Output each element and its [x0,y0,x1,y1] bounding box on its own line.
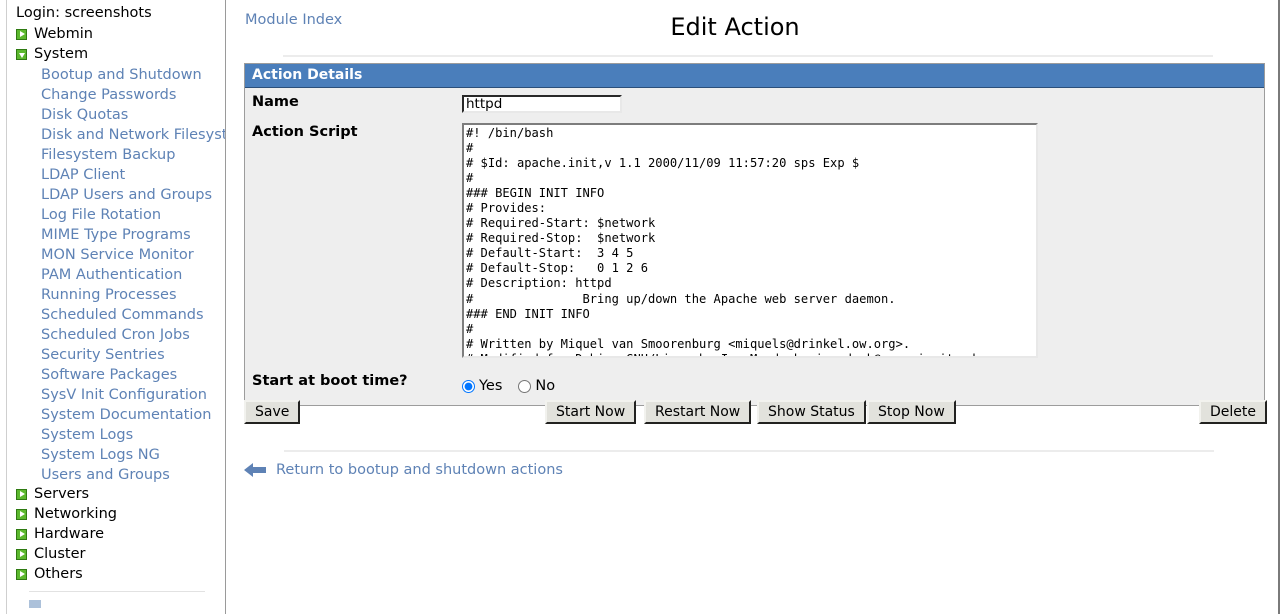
sidebar-item-system-logs-ng[interactable]: System Logs NG [7,444,225,464]
sidebar-item-label[interactable]: Bootup and Shutdown [41,67,202,83]
sidebar-item-label[interactable]: Scheduled Cron Jobs [41,327,190,343]
expand-triangle-right-icon[interactable] [16,568,27,580]
sidebar-item-security-sentries[interactable]: Security Sentries [7,344,225,364]
sidebar-item-scheduled-cron-jobs[interactable]: Scheduled Cron Jobs [7,324,225,344]
sidebar-item-mon-service-monitor[interactable]: MON Service Monitor [7,244,225,264]
name-input[interactable] [462,95,622,113]
sidebar-item-sysv-init-configuration[interactable]: SysV Init Configuration [7,384,225,404]
expand-triangle-right-icon[interactable] [16,528,27,540]
sidebar-item-users-and-groups[interactable]: Users and Groups [7,464,225,484]
sidebar-item-label[interactable]: MON Service Monitor [41,247,194,263]
sidebar-item-ldap-users-and-groups[interactable]: LDAP Users and Groups [7,184,225,204]
sidebar-divider [29,591,205,592]
arrow-left-icon [244,463,266,477]
sidebar-category-label: Others [34,566,83,582]
sidebar-category-label: Cluster [34,546,86,562]
sidebar-item-label[interactable]: Log File Rotation [41,207,161,223]
start-now-button[interactable]: Start Now [545,400,637,424]
form-row-script: Action Script #! /bin/bash # # $Id: apac… [245,118,1264,367]
sidebar-item-label[interactable]: LDAP Client [41,167,125,183]
page-title: Edit Action [670,13,800,41]
return-to-bootup-link[interactable]: Return to bootup and shutdown actions [276,462,563,478]
sidebar-item-log-file-rotation[interactable]: Log File Rotation [7,204,225,224]
sidebar-category-servers[interactable]: Servers [7,484,225,504]
webmin-page: Login: screenshots Webmin System Bootup … [0,0,1280,614]
sidebar-item-label[interactable]: Scheduled Commands [41,307,204,323]
sidebar-category-others[interactable]: Others [7,564,225,584]
sidebar-item-disk-quotas[interactable]: Disk Quotas [7,104,225,124]
sidebar-category-cluster[interactable]: Cluster [7,544,225,564]
action-script-label: Action Script [252,124,358,140]
sidebar-item-label[interactable]: Change Passwords [41,87,176,103]
sidebar-item-label[interactable]: MIME Type Programs [41,227,191,243]
expand-triangle-right-icon[interactable] [16,488,27,500]
sidebar-category-label: Hardware [34,526,105,542]
expand-triangle-right-icon[interactable] [16,548,27,560]
start-at-boot-no-label[interactable]: No [535,378,555,394]
start-at-boot-no-radio[interactable] [518,379,532,393]
sidebar-category-label: Networking [34,506,117,522]
sidebar-category-label: Servers [34,486,90,502]
sidebar-item-mime-type-programs[interactable]: MIME Type Programs [7,224,225,244]
sidebar-item-running-processes[interactable]: Running Processes [7,284,225,304]
sidebar-item-filesystem-backup[interactable]: Filesystem Backup [7,144,225,164]
title-divider [283,55,1213,57]
sidebar-category-webmin[interactable]: Webmin [7,24,225,44]
sidebar-category-label: Webmin [34,26,93,42]
footer-divider [284,450,1214,452]
sidebar-item-label[interactable]: PAM Authentication [41,267,182,283]
delete-button[interactable]: Delete [1199,400,1267,424]
panel-title: Action Details [245,64,1264,88]
stop-now-button[interactable]: Stop Now [867,400,956,424]
sidebar-item-system-documentation[interactable]: System Documentation [7,404,225,424]
sidebar-item-label[interactable]: Users and Groups [41,467,170,483]
show-status-button[interactable]: Show Status [757,400,866,424]
sidebar-item-scheduled-commands[interactable]: Scheduled Commands [7,304,225,324]
sidebar: Login: screenshots Webmin System Bootup … [0,0,226,614]
save-button[interactable]: Save [244,400,301,424]
sidebar-item-label[interactable]: LDAP Users and Groups [41,187,212,203]
sidebar-item-bootup-and-shutdown[interactable]: Bootup and Shutdown [7,64,225,84]
action-buttons: Save Start Now Restart Now Show Status S… [244,400,1280,426]
sidebar-item-label[interactable]: Filesystem Backup [41,147,175,163]
sidebar-category-system[interactable]: System [7,44,225,64]
sidebar-item-label[interactable]: SysV Init Configuration [41,387,207,403]
sidebar-item-ldap-client[interactable]: LDAP Client [7,164,225,184]
form-row-name: Name [245,88,1264,118]
sidebar-item-pam-authentication[interactable]: PAM Authentication [7,264,225,284]
expand-triangle-right-icon[interactable] [16,508,27,520]
sidebar-item-software-packages[interactable]: Software Packages [7,364,225,384]
start-at-boot-yes-radio[interactable] [462,379,475,393]
action-script-textarea[interactable]: #! /bin/bash # # $Id: apache.init,v 1.1 … [462,123,1038,358]
sidebar-category-networking[interactable]: Networking [7,504,225,524]
content-area: Module Index Edit Action Action Details … [227,0,1280,614]
sidebar-item-label[interactable]: Disk Quotas [41,107,128,123]
sidebar-item-change-passwords[interactable]: Change Passwords [7,84,225,104]
action-details-form: Name Action Script #! /bin/bash # # $Id:… [245,88,1264,405]
sidebar-item-label[interactable]: Disk and Network Filesystems [41,127,225,143]
sidebar-footer-icon[interactable] [29,600,41,608]
start-at-boot-radio-group: Yes No [462,372,1264,400]
expand-triangle-right-icon[interactable] [16,28,27,40]
start-at-boot-yes-label[interactable]: Yes [479,378,502,394]
login-status: Login: screenshots [16,5,152,21]
sidebar-item-label[interactable]: System Documentation [41,407,211,423]
action-details-panel: Action Details Name Action Script #! /bi… [244,63,1265,406]
sidebar-category-hardware[interactable]: Hardware [7,524,225,544]
expand-triangle-down-icon[interactable] [16,48,27,60]
sidebar-item-disk-and-network-filesystems[interactable]: Disk and Network Filesystems [7,124,225,144]
sidebar-item-label[interactable]: Security Sentries [41,347,165,363]
sidebar-item-label[interactable]: Running Processes [41,287,177,303]
sidebar-item-label[interactable]: System Logs NG [41,447,160,463]
sidebar-item-label[interactable]: Software Packages [41,367,177,383]
sidebar-item-label[interactable]: System Logs [41,427,133,443]
sidebar-item-system-logs[interactable]: System Logs [7,424,225,444]
return-row[interactable]: Return to bootup and shutdown actions [244,462,563,478]
sidebar-inner: Login: screenshots Webmin System Bootup … [6,0,225,614]
sidebar-category-label: System [34,46,89,62]
restart-now-button[interactable]: Restart Now [644,400,752,424]
name-label: Name [252,94,299,110]
